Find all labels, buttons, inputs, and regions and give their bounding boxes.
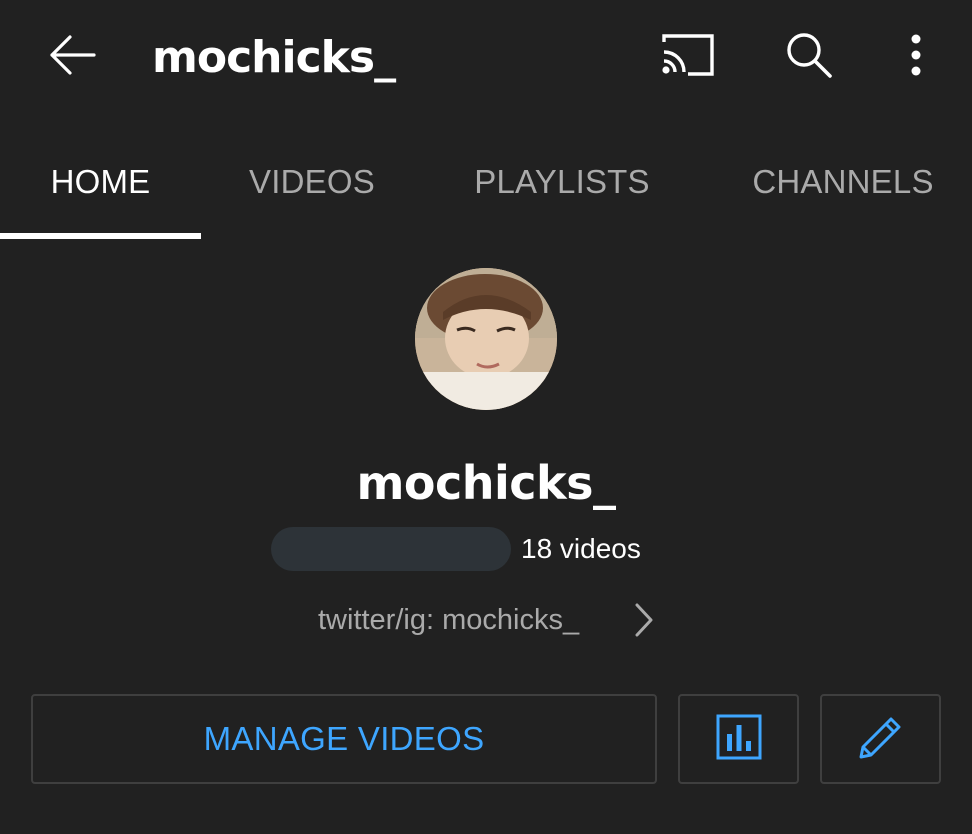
channel-name: mochicks_ <box>356 456 616 510</box>
page-title: mochicks_ <box>152 32 396 83</box>
analytics-button[interactable] <box>678 694 799 784</box>
chevron-right-icon[interactable] <box>632 602 656 638</box>
more-options-button[interactable] <box>888 28 944 86</box>
cast-button[interactable] <box>654 28 722 86</box>
back-button[interactable] <box>40 28 104 86</box>
edit-pencil-icon <box>855 711 907 768</box>
search-button[interactable] <box>778 28 840 86</box>
manage-videos-label: MANAGE VIDEOS <box>203 720 485 757</box>
tab-home[interactable]: HOME <box>0 158 201 206</box>
tab-channels[interactable]: CHANNELS <box>738 158 948 206</box>
tab-playlists[interactable]: PLAYLISTS <box>460 158 664 206</box>
cast-icon <box>660 32 716 83</box>
manage-videos-button[interactable]: MANAGE VIDEOS <box>31 694 657 784</box>
more-vert-icon <box>909 33 923 82</box>
channel-description-row[interactable]: twitter/ig: mochicks_ <box>0 598 972 642</box>
search-icon <box>784 30 834 85</box>
video-count: 18 videos <box>521 533 641 564</box>
active-tab-indicator <box>0 233 201 239</box>
tab-videos[interactable]: VIDEOS <box>230 158 394 206</box>
channel-tabs: HOME VIDEOS PLAYLISTS CHANNELS <box>0 140 972 240</box>
top-app-bar: mochicks_ <box>0 0 972 118</box>
subscriber-count-redacted <box>271 527 511 571</box>
back-arrow-icon <box>48 34 96 80</box>
channel-avatar[interactable] <box>415 268 557 410</box>
analytics-icon <box>715 713 763 766</box>
edit-channel-button[interactable] <box>820 694 941 784</box>
channel-page: mochicks_ HOME VIDEOS PLAYLISTS CHANNELS… <box>0 0 972 834</box>
channel-description[interactable]: twitter/ig: mochicks_ <box>318 600 579 640</box>
